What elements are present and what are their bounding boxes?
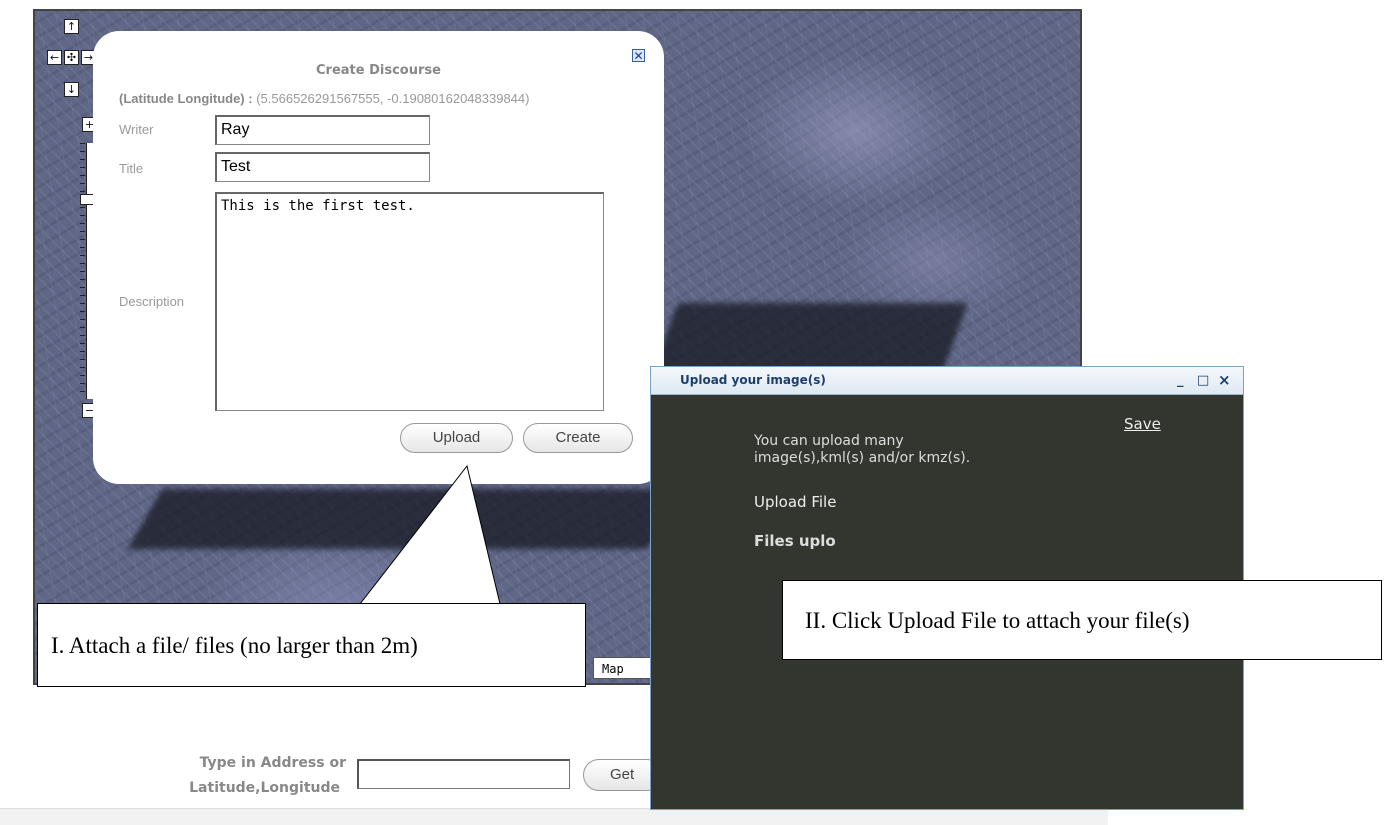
save-link[interactable]: Save [1124,415,1161,433]
pan-down-button[interactable]: ↓ [64,82,79,97]
upload-dialog-titlebar[interactable]: Upload your image(s) _ □ × [651,367,1243,395]
writer-input[interactable]: Ray [215,115,430,145]
popup-title: Create Discourse [316,63,441,78]
page-footer-strip [0,808,1108,825]
upload-button[interactable]: Upload [400,423,513,453]
coordinates: (Latitude Longitude) : (5.56652629156755… [119,91,529,106]
address-input[interactable] [357,759,570,789]
pan-center-button[interactable]: ✣ [64,50,79,65]
upload-info-line1: You can upload many [754,433,904,449]
upload-file-link[interactable]: Upload File [754,493,836,511]
description-label: Description [119,294,185,309]
close-icon[interactable]: ✕ [632,49,645,62]
upload-info-line2: image(s),kml(s) and/or kmz(s). [754,450,971,466]
description-textarea[interactable]: This is the first test. [215,192,604,411]
coord-value: (5.566526291567555, -0.19080162048339844… [256,91,530,106]
title-label: Title [119,161,144,176]
minimize-icon[interactable]: _ [1177,367,1184,394]
maximize-icon[interactable]: □ [1197,367,1209,394]
pan-left-button[interactable]: ← [47,50,62,65]
coord-label: (Latitude Longitude) : [119,91,253,106]
address-label-line1: Type in Address or [199,755,346,771]
create-button[interactable]: Create [523,423,633,453]
callout-attach-files: I. Attach a file/ files (no larger than … [37,603,586,687]
create-discourse-popup: Create Discourse ✕ (Latitude Longitude) … [93,31,664,484]
close-icon[interactable]: × [1218,367,1231,394]
writer-label: Writer [119,122,154,137]
callout-upload-file: II. Click Upload File to attach your fil… [782,580,1382,660]
address-label-line2: Latitude,Longitude [189,780,340,796]
title-input[interactable]: Test [215,152,430,182]
map-type-button[interactable]: Map [593,657,653,679]
files-uploaded-label: Files uplo [754,532,836,550]
upload-dialog-title: Upload your image(s) [680,373,826,387]
pan-up-button[interactable]: ↑ [64,19,79,34]
